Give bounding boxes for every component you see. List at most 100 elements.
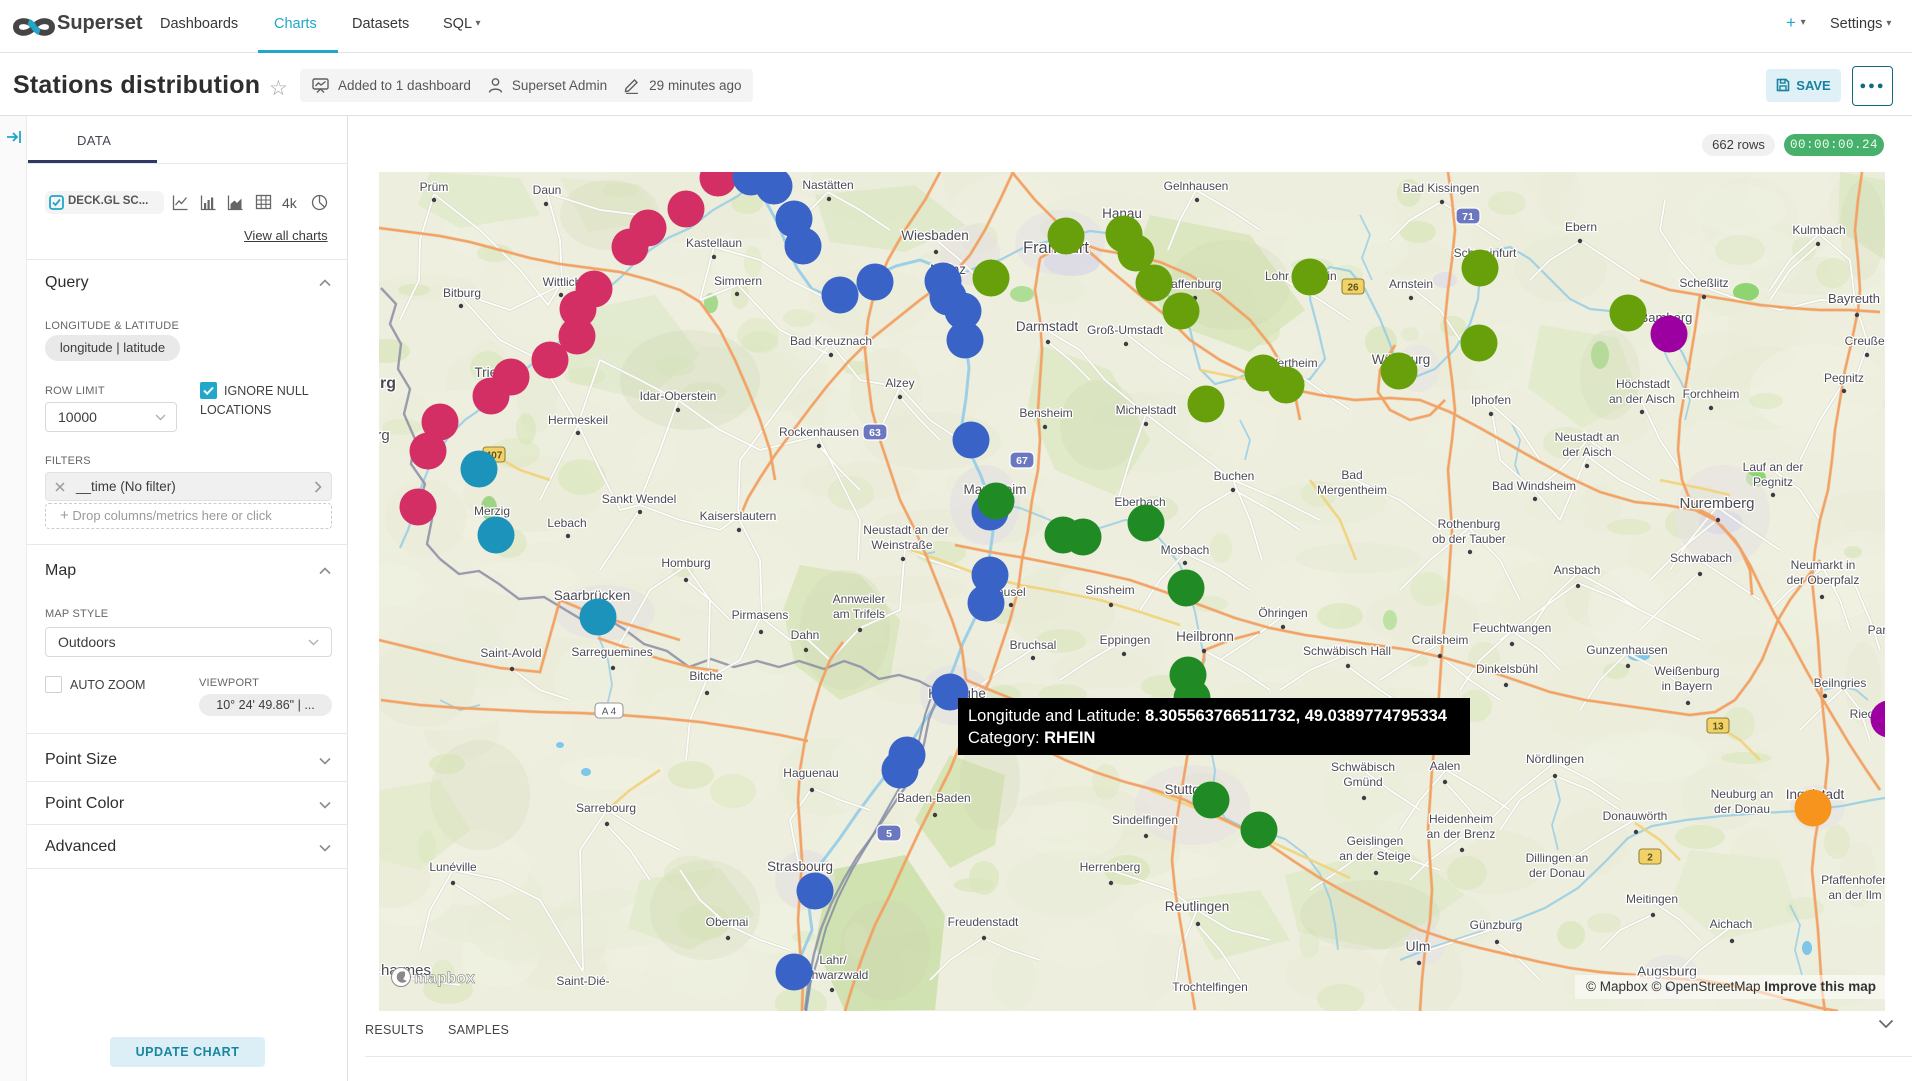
svg-text:Merzig: Merzig [474,504,510,518]
svg-text:Rockenhausen: Rockenhausen [779,425,859,439]
svg-text:Bad Windsheim: Bad Windsheim [1492,479,1576,493]
svg-text:A 4: A 4 [602,707,617,718]
svg-text:Gelnhausen: Gelnhausen [1164,179,1229,193]
svg-text:Annweiler: Annweiler [833,592,886,606]
svg-text:Bad Kissingen: Bad Kissingen [1403,181,1480,195]
svg-text:Mergentheim: Mergentheim [1317,483,1387,497]
svg-text:Freudenstadt: Freudenstadt [948,915,1019,929]
svg-text:Ansbach: Ansbach [1554,563,1601,577]
svg-text:Nördlingen: Nördlingen [1526,752,1584,766]
svg-text:Forchheim: Forchheim [1683,387,1740,401]
svg-text:Hermeskeil: Hermeskeil [548,413,608,427]
svg-text:13: 13 [1712,722,1724,733]
svg-text:Sarreguemines: Sarreguemines [571,645,652,659]
svg-text:Alzey: Alzey [885,376,914,390]
svg-text:Pfaffenhofen: Pfaffenhofen [1821,873,1885,887]
svg-text:Sarrebourg: Sarrebourg [576,801,636,815]
svg-text:Homburg: Homburg [661,556,710,570]
svg-text:Rothenburg: Rothenburg [1438,517,1501,531]
svg-text:Höchstadt: Höchstadt [1616,377,1671,391]
svg-text:Neuburg an: Neuburg an [1711,787,1774,801]
svg-text:Dahn: Dahn [791,628,820,642]
svg-text:Nuremberg: Nuremberg [1679,495,1754,512]
svg-text:der Donau: der Donau [1529,866,1585,880]
svg-text:Ebern: Ebern [1565,220,1597,234]
svg-text:Dillingen an: Dillingen an [1526,851,1589,865]
svg-text:rg: rg [380,375,396,392]
svg-text:Strasbourg: Strasbourg [767,859,833,874]
svg-text:71: 71 [1462,211,1474,223]
svg-text:Schwäbisch Hall: Schwäbisch Hall [1303,644,1391,658]
svg-text:Scheßlitz: Scheßlitz [1679,276,1728,290]
svg-text:Lohr: Lohr [1265,269,1289,283]
svg-text:an der Aisch: an der Aisch [1609,392,1675,406]
svg-text:ob der Tauber: ob der Tauber [1432,532,1506,546]
svg-text:an der Ilm: an der Ilm [1828,888,1881,902]
svg-text:Bitche: Bitche [689,669,723,683]
svg-text:Lahr/: Lahr/ [819,953,847,967]
svg-text:Par: Par [1868,623,1885,637]
svg-text:Feuchtwangen: Feuchtwangen [1473,621,1552,635]
svg-text:67: 67 [1016,455,1028,467]
svg-text:Bitburg: Bitburg [443,286,481,300]
svg-text:Heilbronn: Heilbronn [1176,629,1234,644]
svg-text:Kulmbach: Kulmbach [1792,223,1845,237]
svg-text:Dinkelsbühl: Dinkelsbühl [1476,662,1538,676]
svg-text:Neumarkt in: Neumarkt in [1791,558,1856,572]
svg-text:Meitingen: Meitingen [1626,892,1678,906]
svg-text:Günzburg: Günzburg [1470,918,1523,932]
svg-text:Eppingen: Eppingen [1100,633,1151,647]
svg-text:Heidenheim: Heidenheim [1429,812,1493,826]
svg-text:Iphofen: Iphofen [1471,393,1511,407]
svg-text:Weinstraße: Weinstraße [871,538,932,552]
svg-text:Crailsheim: Crailsheim [1412,633,1469,647]
svg-text:Herrenberg: Herrenberg [1080,860,1141,874]
svg-text:Daun: Daun [533,183,562,197]
svg-text:Baden-Baden: Baden-Baden [897,791,970,805]
svg-text:Michelstadt: Michelstadt [1116,403,1177,417]
svg-text:in Bayern: in Bayern [1662,679,1713,693]
svg-text:Saint-Avold: Saint-Avold [480,646,541,660]
svg-text:Groß-Umstadt: Groß-Umstadt [1087,323,1164,337]
svg-text:Beilngries: Beilngries [1814,676,1867,690]
svg-text:Reutlingen: Reutlingen [1165,899,1230,914]
svg-text:5: 5 [886,828,892,840]
svg-text:Pegnitz: Pegnitz [1824,371,1864,385]
svg-text:Bruchsal: Bruchsal [1010,638,1057,652]
svg-text:Lunéville: Lunéville [429,860,477,874]
svg-text:an der Steige: an der Steige [1339,849,1411,863]
svg-text:Kaiserslautern: Kaiserslautern [700,509,777,523]
svg-text:Weißenburg: Weißenburg [1654,664,1719,678]
svg-text:mapbox: mapbox [414,970,475,987]
svg-text:Sankt Wendel: Sankt Wendel [602,492,677,506]
svg-text:Mosbach: Mosbach [1161,543,1210,557]
svg-text:in: in [1327,269,1336,283]
svg-text:Kastellaun: Kastellaun [686,236,742,250]
svg-text:Bad Kreuznach: Bad Kreuznach [790,334,872,348]
svg-text:Prüm: Prüm [420,180,449,194]
svg-text:Pirmasens: Pirmasens [732,608,789,622]
svg-text:Sinsheim: Sinsheim [1085,583,1134,597]
svg-text:Simmern: Simmern [714,274,762,288]
svg-text:Aalen: Aalen [1430,759,1461,773]
svg-text:Trochtelfingen: Trochtelfingen [1172,980,1248,994]
svg-text:am Trifels: am Trifels [833,607,885,621]
svg-text:Aichach: Aichach [1710,917,1753,931]
svg-text:63: 63 [869,427,881,439]
svg-text:rg: rg [379,427,390,444]
svg-text:Schwabach: Schwabach [1670,551,1732,565]
svg-text:26: 26 [1347,283,1359,294]
svg-text:Bad: Bad [1341,468,1362,482]
svg-text:Schwäbisch: Schwäbisch [1331,760,1395,774]
svg-text:Neustadt an der: Neustadt an der [863,523,948,537]
svg-text:Gunzenhausen: Gunzenhausen [1586,643,1667,657]
svg-text:der Donau: der Donau [1714,802,1770,816]
svg-text:Darmstadt: Darmstadt [1016,319,1079,334]
svg-text:Saint-Dié-: Saint-Dié- [556,974,609,988]
svg-text:Lauf an der: Lauf an der [1743,460,1804,474]
svg-text:der Aisch: der Aisch [1562,445,1611,459]
svg-text:Idar-Oberstein: Idar-Oberstein [640,389,717,403]
svg-text:Haguenau: Haguenau [783,766,838,780]
svg-text:Pegnitz: Pegnitz [1753,475,1793,489]
svg-text:Bayreuth: Bayreuth [1828,291,1880,306]
